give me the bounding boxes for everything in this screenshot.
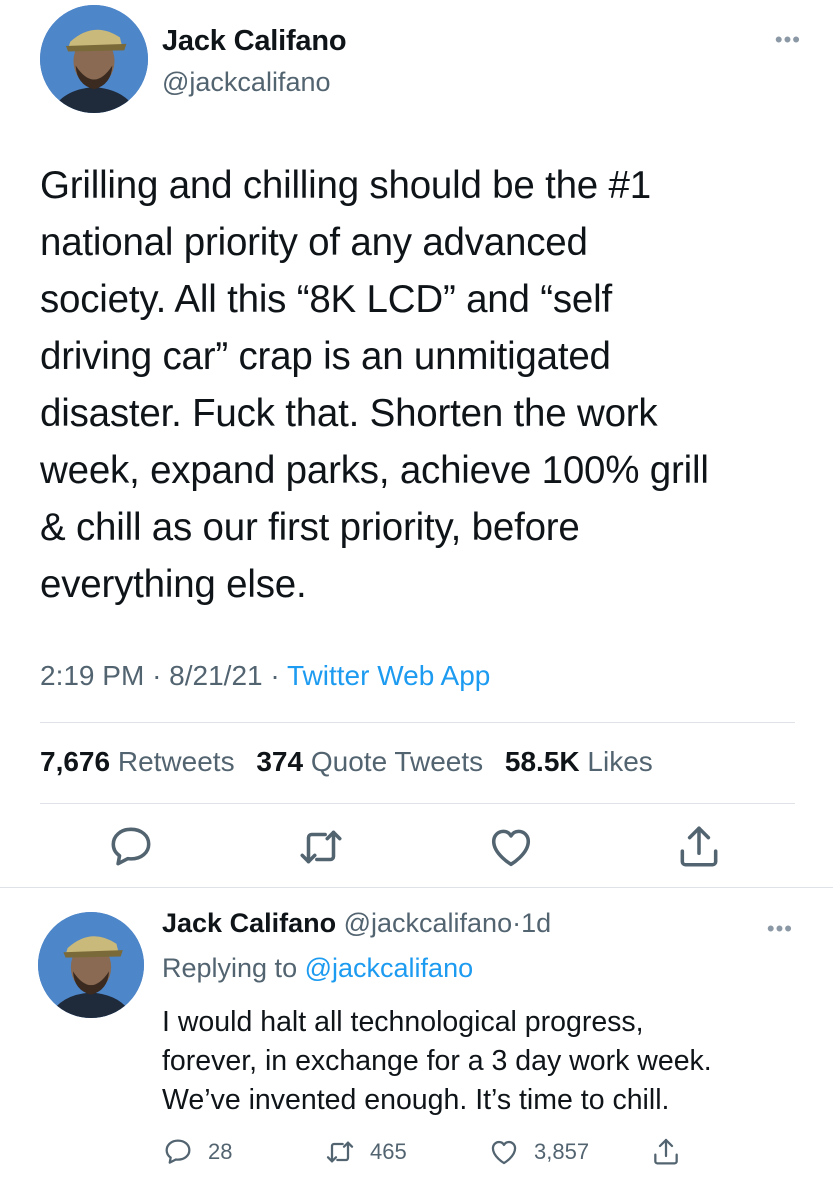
reply-retweet-button[interactable]: 465	[324, 1132, 407, 1172]
reply-author-avatar[interactable]	[38, 912, 144, 1018]
author-avatar[interactable]	[40, 5, 148, 113]
tweet-text: Grilling and chilling should be the #1 n…	[40, 164, 709, 606]
retweets-stat[interactable]: 7,676 Retweets	[40, 746, 235, 777]
tweet-time[interactable]: 2:19 PM	[40, 660, 144, 691]
reply-author-name[interactable]: Jack Califano	[162, 908, 336, 938]
replying-to-mention[interactable]: @jackcalifano	[305, 953, 474, 983]
tweet-stats: 7,676 Retweets 374 Quote Tweets 58.5K Li…	[40, 746, 667, 778]
main-tweet-header: Jack Califano @jackcalifano •••	[40, 5, 803, 113]
tweet-detail-page: Jack Califano @jackcalifano ••• Grilling…	[0, 0, 833, 1200]
reply-like-button[interactable]: 3,857	[488, 1132, 589, 1172]
tweet-source-link[interactable]: Twitter Web App	[287, 660, 490, 691]
author-handle[interactable]: @jackcalifano	[162, 67, 331, 98]
tweet-meta: 2:19 PM · 8/21/21 · Twitter Web App	[40, 660, 490, 692]
meta-separator: ·	[152, 660, 162, 691]
replying-to-line: Replying to @jackcalifano	[162, 953, 473, 984]
divider	[40, 722, 795, 723]
reply-share-button[interactable]	[650, 1132, 682, 1172]
reply-author-handle[interactable]: @jackcalifano	[344, 908, 513, 938]
reply-header: Jack Califano @jackcalifano·1d	[162, 908, 551, 939]
divider	[40, 803, 795, 804]
reply-reply-button[interactable]: 28	[162, 1132, 232, 1172]
ellipsis-icon[interactable]: •••	[767, 918, 793, 940]
author-name[interactable]: Jack Califano	[162, 25, 347, 58]
share-upload-icon[interactable]	[674, 822, 724, 872]
likes-stat[interactable]: 58.5K Likes	[505, 746, 653, 777]
reply-separator: ·	[512, 908, 522, 938]
retweet-arrows-icon	[326, 1141, 354, 1163]
retweet-count: 465	[370, 1139, 407, 1164]
like-count: 3,857	[534, 1139, 590, 1164]
meta-separator: ·	[270, 660, 280, 691]
heart-icon	[491, 1140, 517, 1165]
quote-tweets-stat[interactable]: 374 Quote Tweets	[256, 746, 483, 777]
quotes-count: 374	[256, 746, 304, 777]
reply-count: 28	[208, 1139, 233, 1164]
retweet-arrows-icon[interactable]	[296, 822, 346, 872]
quotes-label: Quote Tweets	[310, 746, 484, 777]
reply-action-bar: 28 465 3,857	[162, 1132, 722, 1172]
tweet-action-bar	[0, 822, 833, 878]
speech-bubble-icon	[165, 1139, 191, 1164]
tweet-date[interactable]: 8/21/21	[169, 660, 262, 691]
likes-label: Likes	[587, 746, 653, 777]
reply-age[interactable]: 1d	[521, 908, 551, 938]
divider	[0, 887, 833, 888]
retweets-count: 7,676	[40, 746, 111, 777]
replying-to-label: Replying to	[162, 953, 298, 983]
reply-text: I would halt all technological progress,…	[162, 1006, 712, 1116]
ellipsis-icon[interactable]: •••	[775, 29, 801, 51]
share-upload-icon	[654, 1138, 678, 1165]
retweets-label: Retweets	[117, 746, 235, 777]
speech-bubble-icon[interactable]	[106, 822, 156, 872]
heart-icon[interactable]	[486, 822, 536, 872]
likes-count: 58.5K	[504, 746, 580, 777]
